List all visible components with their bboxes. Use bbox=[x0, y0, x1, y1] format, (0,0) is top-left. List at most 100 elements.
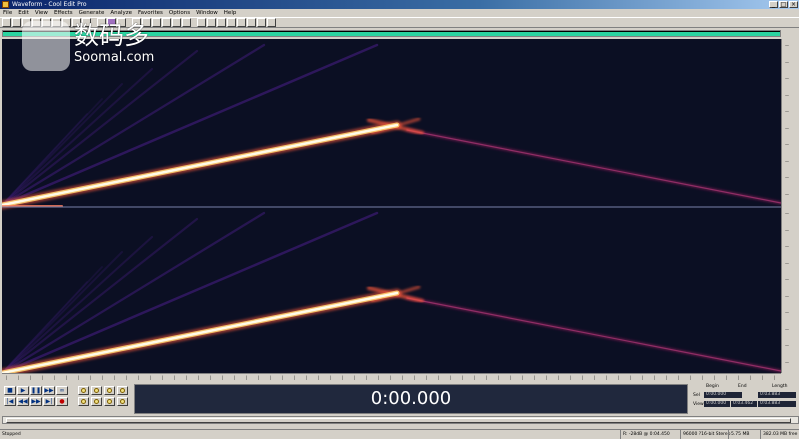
time-tick: | bbox=[762, 375, 764, 380]
zoom-vertical-in-icon[interactable] bbox=[104, 397, 115, 406]
menu-view[interactable]: View bbox=[35, 9, 48, 17]
zoom-in-icon[interactable] bbox=[104, 386, 115, 395]
time-tick: | bbox=[714, 375, 716, 380]
menu-effects[interactable]: Effects bbox=[54, 9, 73, 17]
title-bar: Waveform - Cool Edit Pro _ □ × bbox=[0, 0, 799, 9]
zoom-left-icon[interactable] bbox=[78, 397, 89, 406]
time-tick: | bbox=[78, 375, 80, 380]
go-to-end-button[interactable]: ▶| bbox=[43, 397, 55, 406]
time-tick: | bbox=[726, 375, 728, 380]
frequency-tick: — bbox=[785, 92, 789, 98]
view-end-field[interactable]: 0:03.462 bbox=[731, 401, 757, 407]
toolbar-button-icon[interactable] bbox=[247, 18, 256, 27]
menu-file[interactable]: File bbox=[3, 9, 12, 17]
minimize-button[interactable]: _ bbox=[769, 1, 778, 8]
menu-window[interactable]: Window bbox=[196, 9, 218, 17]
sel-length-field[interactable]: 0:03.883 bbox=[758, 392, 796, 398]
status-state: Stopped bbox=[2, 432, 21, 437]
view-length-field[interactable]: 0:03.883 bbox=[758, 401, 796, 407]
time-tick: | bbox=[138, 375, 140, 380]
time-tick: | bbox=[678, 375, 680, 380]
frequency-tick: — bbox=[785, 359, 789, 365]
zoom-out-icon[interactable] bbox=[117, 386, 128, 395]
time-tick: | bbox=[426, 375, 428, 380]
time-tick: | bbox=[222, 375, 224, 380]
status-bar: Stopped R: -28dB @ 0:04.450 96000 ?16-bi… bbox=[0, 429, 799, 439]
col-end-label: End bbox=[738, 384, 747, 389]
toolbar-button-icon[interactable] bbox=[182, 18, 191, 27]
rewind-button[interactable]: ◀◀ bbox=[17, 397, 29, 406]
frequency-tick: — bbox=[785, 310, 789, 315]
maximize-button[interactable]: □ bbox=[779, 1, 788, 8]
scroll-thumb[interactable] bbox=[6, 418, 791, 423]
menu-favorites[interactable]: Favorites bbox=[138, 9, 163, 17]
overview-corner bbox=[781, 30, 799, 37]
time-tick: | bbox=[774, 375, 776, 380]
frequency-tick: — bbox=[785, 191, 789, 197]
soomal-logo-icon bbox=[22, 21, 70, 71]
close-button[interactable]: × bbox=[789, 1, 798, 8]
go-to-start-button[interactable]: |◀ bbox=[4, 397, 16, 406]
time-tick: | bbox=[558, 375, 560, 380]
time-display: 0:00.000 bbox=[134, 384, 688, 414]
time-tick: | bbox=[570, 375, 572, 380]
frequency-tick: — bbox=[785, 125, 789, 131]
zoom-right-icon[interactable] bbox=[91, 397, 102, 406]
toolbar-button-icon[interactable] bbox=[237, 18, 246, 27]
soomal-watermark: 数码多 Soomal.com bbox=[22, 21, 172, 73]
time-tick: | bbox=[462, 375, 464, 380]
time-tick: | bbox=[750, 375, 752, 380]
time-tick: | bbox=[258, 375, 260, 380]
time-tick: | bbox=[42, 375, 44, 380]
frequency-tick: — bbox=[785, 109, 789, 114]
zoom-in-full-icon[interactable] bbox=[78, 386, 89, 395]
zoom-out-full-icon[interactable] bbox=[91, 386, 102, 395]
descending-sweep-core bbox=[406, 297, 781, 372]
frequency-tick: — bbox=[785, 343, 789, 348]
record-button[interactable]: ● bbox=[56, 397, 68, 406]
sel-begin-field[interactable]: 0:00.000 bbox=[704, 392, 742, 398]
menu-help[interactable]: Help bbox=[224, 9, 237, 17]
time-tick: | bbox=[282, 375, 284, 380]
time-tick: | bbox=[270, 375, 272, 380]
fast-forward-button[interactable]: ▶▶ bbox=[30, 397, 42, 406]
zoom-vertical-out-icon[interactable] bbox=[117, 397, 128, 406]
menu-edit[interactable]: Edit bbox=[18, 9, 29, 17]
frequency-tick: — bbox=[785, 227, 789, 233]
frequency-tick: — bbox=[785, 211, 789, 216]
play-button[interactable]: ▶ bbox=[17, 386, 29, 395]
menu-generate[interactable]: Generate bbox=[79, 9, 105, 17]
toolbar-button-icon[interactable] bbox=[197, 18, 206, 27]
loop-button[interactable]: ∞ bbox=[56, 386, 68, 395]
transport-controls: ■ ▶ ❚❚ ▶▶ ∞ |◀ ◀◀ ▶▶ ▶| ● bbox=[2, 384, 132, 414]
spectral-display[interactable] bbox=[2, 39, 781, 373]
frequency-tick: — bbox=[785, 43, 789, 48]
toolbar-button-icon[interactable] bbox=[2, 18, 11, 27]
horizontal-scrollbar[interactable] bbox=[2, 416, 799, 424]
descending-sweep-core bbox=[406, 129, 781, 204]
toolbar-button-icon[interactable] bbox=[172, 18, 181, 27]
time-tick: | bbox=[246, 375, 248, 380]
harmonic-line bbox=[2, 67, 154, 207]
toolbar-button-icon[interactable] bbox=[227, 18, 236, 27]
toolbar-button-icon[interactable] bbox=[257, 18, 266, 27]
toolbar-button-icon[interactable] bbox=[207, 18, 216, 27]
time-tick: | bbox=[378, 375, 380, 380]
frequency-tick: — bbox=[785, 326, 789, 332]
toolbar-button-icon[interactable] bbox=[217, 18, 226, 27]
time-tick: | bbox=[114, 375, 116, 380]
time-tick: | bbox=[534, 375, 536, 380]
col-length-label: Length bbox=[772, 384, 788, 389]
stop-button[interactable]: ■ bbox=[4, 386, 16, 395]
view-begin-field[interactable]: 0:00.000 bbox=[704, 401, 730, 407]
time-tick: | bbox=[234, 375, 236, 380]
menu-analyze[interactable]: Analyze bbox=[110, 9, 132, 17]
time-tick: | bbox=[666, 375, 668, 380]
toolbar-button-icon[interactable] bbox=[12, 18, 21, 27]
menu-options[interactable]: Options bbox=[169, 9, 190, 17]
time-tick: | bbox=[150, 375, 152, 380]
pause-button[interactable]: ❚❚ bbox=[30, 386, 42, 395]
play-to-end-button[interactable]: ▶▶ bbox=[43, 386, 55, 395]
time-tick: | bbox=[450, 375, 452, 380]
toolbar-button-icon[interactable] bbox=[267, 18, 276, 27]
